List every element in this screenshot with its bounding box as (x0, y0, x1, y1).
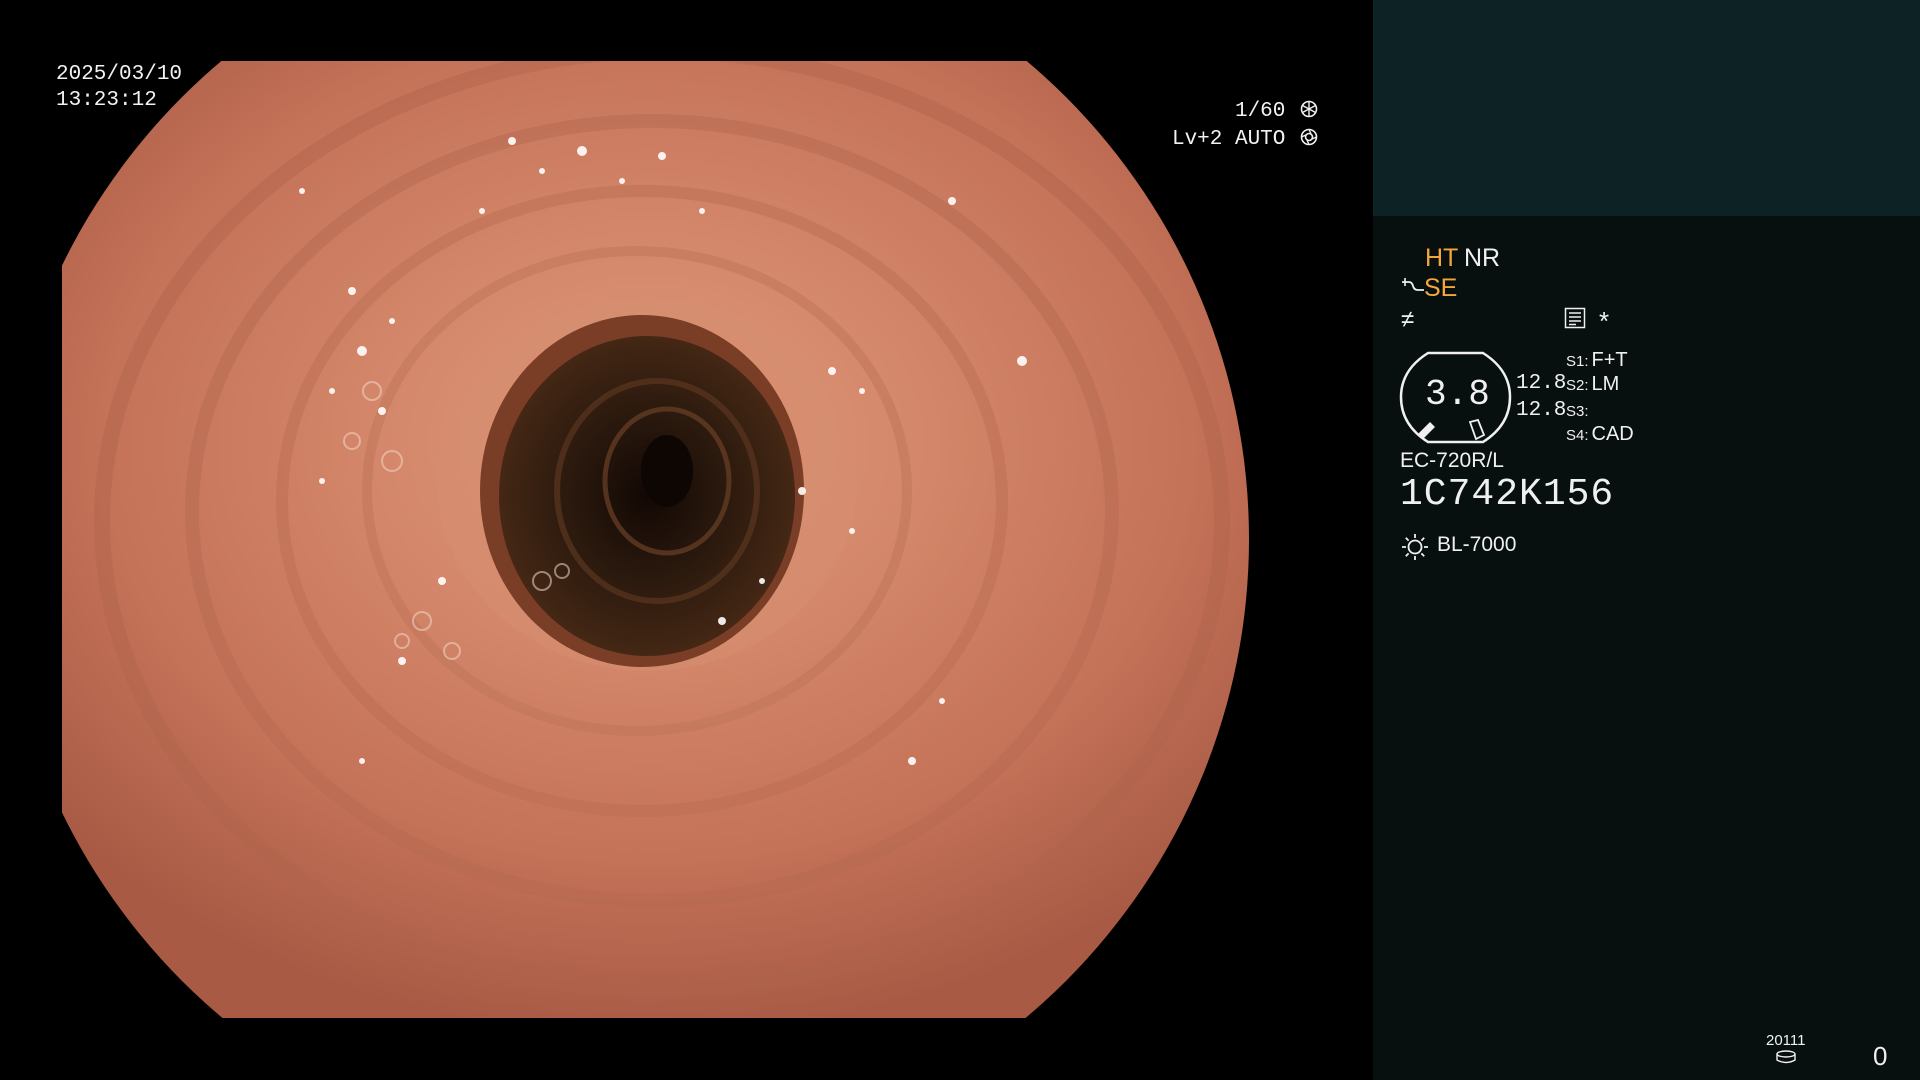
slot-s3: S3: (1566, 399, 1592, 422)
mucosa-view (62, 61, 1249, 1018)
scope-model: EC-720R/L (1400, 449, 1504, 472)
iris-icon (1300, 128, 1318, 146)
ht-mode: HT (1425, 244, 1459, 272)
se-mode: SE (1424, 274, 1458, 302)
record-code: 20111 (1766, 1032, 1806, 1049)
slot-s1: S1: F+T (1566, 349, 1628, 372)
reading-1: 12.8 (1516, 372, 1567, 395)
shutter-text: 1/60 (1234, 100, 1286, 123)
light-source: BL-7000 (1437, 533, 1517, 556)
slot-s2: S2: LM (1566, 373, 1619, 396)
menu-list-icon (1564, 307, 1586, 329)
slot-key: S4: (1566, 427, 1589, 444)
date-text: 2025/03/10 (56, 63, 183, 86)
slot-key: S2: (1566, 377, 1589, 394)
contrast-slash-icon: ≠ (1401, 306, 1415, 333)
nr-mode: NR (1464, 244, 1501, 272)
date-time: 2025/03/10 13:23:12 (56, 62, 182, 114)
scope-serial: 1C742K156 (1400, 473, 1615, 516)
enhance-curve-icon (1402, 278, 1424, 291)
level-readout: Lv+2 AUTO (1172, 127, 1318, 153)
disk-icon (1776, 1050, 1796, 1064)
endoscopic-image (62, 61, 1310, 1018)
slot-value: CAD (1591, 423, 1634, 445)
light-bulb-icon (1402, 534, 1428, 560)
record-count: 0 (1873, 1041, 1888, 1071)
endoscope-screen: 2025/03/10 13:23:12 1/60 Lv+2 AUTO HT NR… (0, 0, 1920, 1080)
shutter-readout: 1/60 (1235, 99, 1318, 125)
reading-2: 12.8 (1516, 399, 1567, 422)
level-text: Lv+2 AUTO (1171, 128, 1286, 151)
info-panel: HT NR SE ≠ * 3.8 12.8 12.8 S1: F+T S2: LM … (1373, 0, 1920, 1080)
slot-value: F+T (1591, 349, 1628, 371)
star-indicator: * (1599, 306, 1610, 336)
slot-key: S3: (1566, 403, 1589, 420)
slot-s4: S4: CAD (1566, 423, 1634, 446)
slot-value: LM (1591, 373, 1620, 395)
slot-key: S1: (1566, 353, 1589, 370)
gauge-value: 3.8 (1425, 374, 1490, 415)
thumbnail-area (1373, 0, 1920, 216)
time-text: 13:23:12 (56, 89, 157, 112)
shutter-icon (1300, 100, 1318, 118)
